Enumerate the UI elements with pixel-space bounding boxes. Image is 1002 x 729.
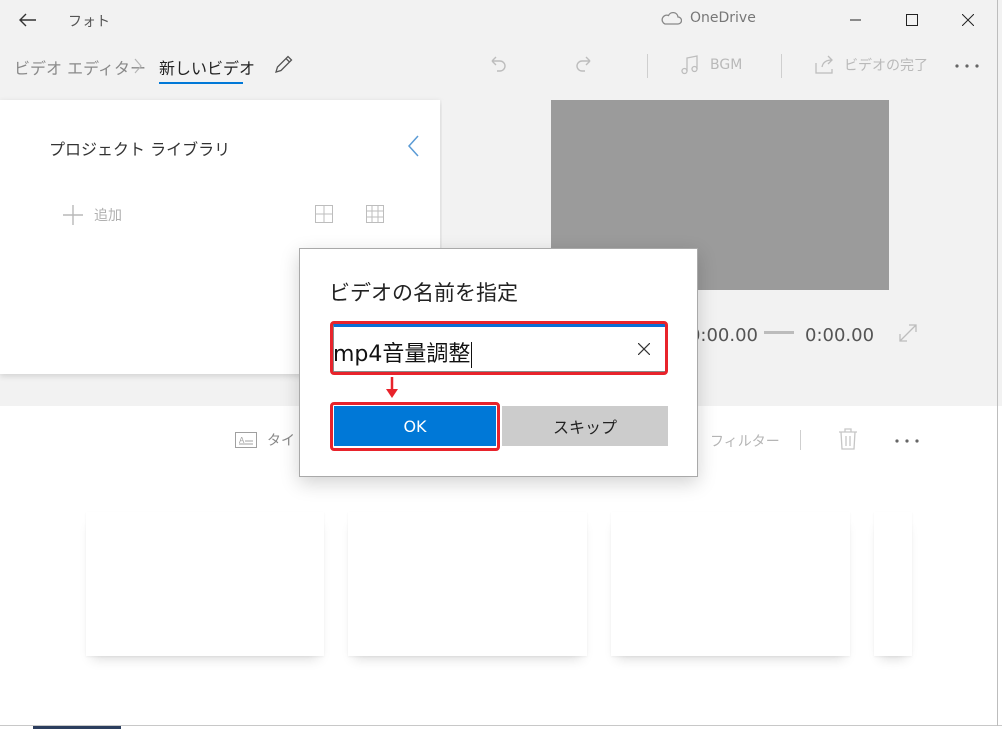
- total-time: 0:00.00: [805, 325, 875, 346]
- minimize-icon: [850, 19, 861, 21]
- music-note-icon: [681, 55, 698, 75]
- maximize-icon: [906, 14, 918, 26]
- storyboard-card[interactable]: [874, 512, 912, 656]
- maximize-button[interactable]: [889, 0, 935, 40]
- ok-highlight-box: [330, 402, 500, 451]
- grid-large-icon: [315, 205, 333, 223]
- redo-button[interactable]: [572, 53, 598, 79]
- app-title: フォト: [68, 14, 110, 30]
- close-window-button[interactable]: [945, 0, 991, 40]
- add-media-label: 追加: [94, 208, 122, 224]
- current-time: 0:00.00: [698, 325, 758, 346]
- share-icon: [815, 55, 833, 74]
- finish-video-label: ビデオの完了: [844, 58, 928, 74]
- storyboard-card[interactable]: [348, 512, 587, 656]
- close-icon: [962, 14, 974, 26]
- bgm-label: BGM: [710, 57, 743, 73]
- more-icon: [955, 64, 979, 68]
- undo-icon: [491, 56, 506, 72]
- separator: [800, 430, 801, 450]
- breadcrumb-underline: [159, 82, 243, 84]
- bgm-button[interactable]: BGM: [680, 52, 742, 78]
- project-library-title: プロジェクト ライブラリ: [49, 140, 231, 159]
- storyboard-more-button[interactable]: [893, 431, 923, 451]
- dialog-title: ビデオの名前を指定: [329, 281, 518, 305]
- onedrive-label: OneDrive: [690, 10, 756, 26]
- trash-icon: [839, 428, 857, 450]
- window-right-border: [997, 0, 998, 726]
- breadcrumb-current-project: 新しいビデオ: [159, 59, 256, 78]
- more-options-button[interactable]: [953, 56, 983, 76]
- fullscreen-button[interactable]: [898, 323, 920, 345]
- back-arrow-icon: [19, 13, 36, 27]
- onedrive-status[interactable]: OneDrive: [660, 10, 756, 26]
- redo-icon: [576, 56, 591, 72]
- back-button[interactable]: [6, 0, 50, 40]
- annotation-arrow-icon: [386, 377, 398, 398]
- grid-small-icon: [366, 205, 384, 223]
- delete-button[interactable]: [838, 428, 860, 452]
- filter-button[interactable]: フィルター: [710, 431, 780, 451]
- breadcrumb-video-editor[interactable]: ビデオ エディター: [14, 55, 146, 79]
- more-icon: [895, 439, 919, 443]
- title-card-icon: A: [235, 432, 257, 448]
- rename-project-button[interactable]: [272, 52, 298, 78]
- chevron-right-icon: [134, 58, 142, 74]
- grid-view-small-button[interactable]: [366, 205, 386, 225]
- window-bottom-border: [0, 725, 1002, 726]
- input-highlight-box: [330, 321, 668, 375]
- minimize-button[interactable]: [833, 0, 879, 40]
- separator: [647, 54, 648, 78]
- separator: [781, 54, 782, 78]
- finish-video-button[interactable]: ビデオの完了: [814, 52, 928, 78]
- expand-icon: [899, 324, 917, 342]
- plus-icon: [63, 205, 83, 225]
- add-title-card-button[interactable]: A タイト: [235, 430, 309, 450]
- storyboard-card[interactable]: [86, 512, 324, 656]
- cloud-icon: [661, 11, 682, 25]
- collapse-library-button[interactable]: [404, 134, 428, 160]
- skip-button[interactable]: スキップ: [502, 406, 668, 446]
- grid-view-large-button[interactable]: [315, 205, 335, 225]
- undo-button[interactable]: [486, 53, 512, 79]
- chevron-left-icon: [407, 135, 419, 157]
- storyboard-card[interactable]: [611, 512, 850, 656]
- pencil-icon: [275, 55, 293, 73]
- add-media-button[interactable]: 追加: [62, 203, 122, 227]
- seek-bar[interactable]: [764, 331, 794, 334]
